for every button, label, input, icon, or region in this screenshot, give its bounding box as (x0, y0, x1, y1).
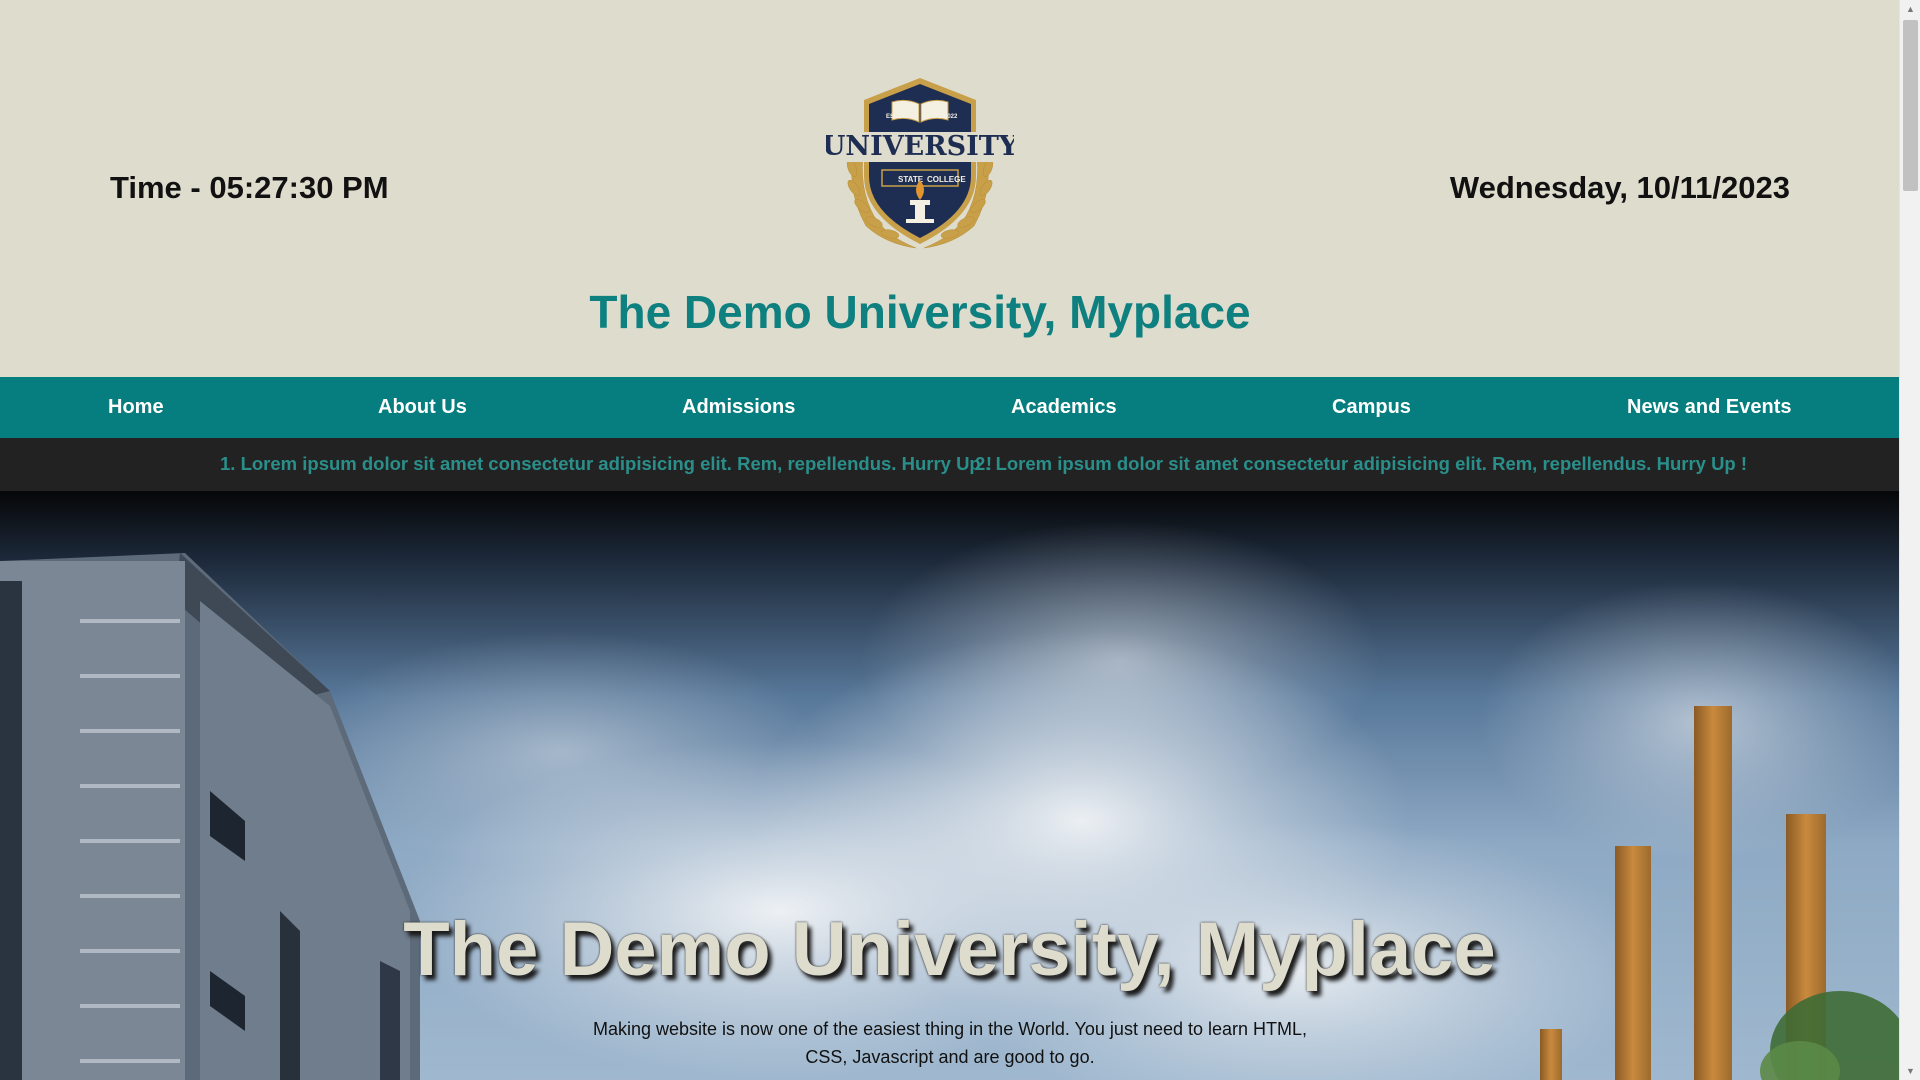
news-ticker: 1. Lorem ipsum dolor sit amet consectetu… (0, 438, 1899, 491)
clock-time: Time - 05:27:30 PM (110, 170, 389, 205)
main-navigation: Home About Us Admissions Academics Campu… (0, 377, 1899, 438)
svg-text:UNIVERSITY: UNIVERSITY (826, 131, 1014, 162)
university-logo: ESTD. 2022 UNIVERSITY STATE COLLEGE (826, 78, 1014, 249)
scroll-down-arrow-icon[interactable]: ▼ (1900, 1062, 1920, 1080)
svg-text:ESTD.: ESTD. (886, 114, 904, 120)
hero-title: The Demo University, Myplace (403, 907, 1496, 992)
site-title: The Demo University, Myplace (589, 286, 1251, 338)
hero-banner: The Demo University, Myplace Making webs… (0, 491, 1899, 1080)
scrollbar-thumb[interactable] (1903, 20, 1918, 191)
page-scrollbar[interactable]: ▲ ▼ (1899, 0, 1920, 1080)
nav-academics[interactable]: Academics (1011, 377, 1117, 438)
nav-news-and-events[interactable]: News and Events (1627, 377, 1792, 438)
nav-about-us[interactable]: About Us (378, 377, 467, 438)
scroll-up-arrow-icon[interactable]: ▲ (1900, 0, 1920, 18)
nav-home[interactable]: Home (108, 377, 164, 438)
ticker-item-1[interactable]: 1. Lorem ipsum dolor sit amet consectetu… (220, 438, 992, 491)
current-date: Wednesday, 10/11/2023 (1449, 170, 1790, 205)
ticker-item-2[interactable]: 2. Lorem ipsum dolor sit amet consectetu… (975, 438, 1747, 491)
nav-campus[interactable]: Campus (1332, 377, 1411, 438)
svg-text:2022: 2022 (944, 114, 958, 120)
page: Time - 05:27:30 PM ESTD. 2022 UNIVERSITY… (0, 0, 1899, 1080)
hero-description: Making website is now one of the easiest… (592, 1019, 1308, 1067)
svg-text:COLLEGE: COLLEGE (927, 175, 966, 184)
nav-admissions[interactable]: Admissions (682, 377, 795, 438)
site-header: Time - 05:27:30 PM ESTD. 2022 UNIVERSITY… (0, 0, 1899, 377)
